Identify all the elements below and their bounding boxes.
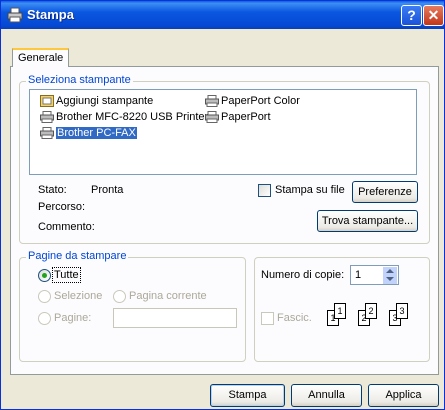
- collate-label: Fascic.: [277, 312, 312, 324]
- copies-value: 1: [355, 269, 362, 281]
- printer-icon: [40, 111, 54, 124]
- page-icon: 3: [396, 303, 408, 319]
- printer-icon: [205, 95, 219, 108]
- all-pages-radio[interactable]: [38, 269, 51, 282]
- apply-button[interactable]: Applica: [368, 384, 439, 407]
- printer-icon: [40, 127, 54, 140]
- preferences-button[interactable]: Preferenze: [352, 181, 418, 203]
- add-printer-icon: [40, 95, 54, 108]
- print-dialog: Stampa ? ✕ Generale Seleziona stampante …: [0, 0, 445, 410]
- collate-checkbox[interactable]: [261, 312, 274, 325]
- list-item[interactable]: PaperPort Color: [205, 94, 300, 109]
- comment-label: Commento:: [38, 221, 95, 233]
- current-page-label: Pagina corrente: [129, 290, 207, 302]
- status-label: Stato:: [38, 184, 67, 196]
- window-title: Stampa: [27, 7, 74, 22]
- page-icon: 2: [365, 303, 377, 319]
- spin-down-icon[interactable]: [386, 277, 394, 281]
- selection-label: Selezione: [54, 290, 103, 302]
- spin-button[interactable]: [382, 267, 397, 284]
- group-legend: Seleziona stampante: [26, 74, 133, 86]
- printer-icon: [7, 7, 23, 23]
- list-item[interactable]: Aggiungi stampante: [40, 94, 153, 109]
- current-page-radio[interactable]: [113, 290, 126, 303]
- printer-icon: [205, 111, 219, 124]
- pages-radio[interactable]: [38, 312, 51, 325]
- group-legend: Pagine da stampare: [26, 250, 129, 262]
- list-item[interactable]: PaperPort: [205, 110, 271, 125]
- printer-list[interactable]: Aggiungi stampante PaperPort Color Broth…: [29, 89, 417, 175]
- pages-input[interactable]: [113, 308, 237, 328]
- list-item[interactable]: Brother MFC-8220 USB Printer: [40, 110, 208, 125]
- list-item-selected[interactable]: Brother PC-FAX: [40, 126, 137, 141]
- location-label: Percorso:: [38, 201, 86, 213]
- copies-label: Numero di copie:: [261, 269, 345, 281]
- tab-generale[interactable]: Generale: [12, 48, 69, 67]
- selection-radio[interactable]: [38, 290, 51, 303]
- print-button[interactable]: Stampa: [210, 384, 285, 407]
- close-button[interactable]: ✕: [423, 5, 444, 26]
- all-pages-label: Tutte: [52, 267, 81, 283]
- cancel-button[interactable]: Annulla: [291, 384, 362, 407]
- spin-up-icon[interactable]: [386, 269, 394, 273]
- pages-label: Pagine:: [54, 312, 92, 324]
- status-value: Pronta: [91, 184, 124, 196]
- print-to-file-label: Stampa su file: [275, 184, 345, 196]
- title-bar[interactable]: Stampa ? ✕: [1, 1, 444, 29]
- tab-label: Generale: [18, 52, 64, 64]
- find-printer-button[interactable]: Trova stampante...: [317, 210, 418, 232]
- radio-selected-dot: [42, 273, 47, 278]
- help-button[interactable]: ?: [401, 5, 422, 26]
- copies-stepper[interactable]: 1: [350, 265, 399, 285]
- print-to-file-checkbox[interactable]: [258, 184, 271, 197]
- page-icon: 1: [334, 303, 346, 319]
